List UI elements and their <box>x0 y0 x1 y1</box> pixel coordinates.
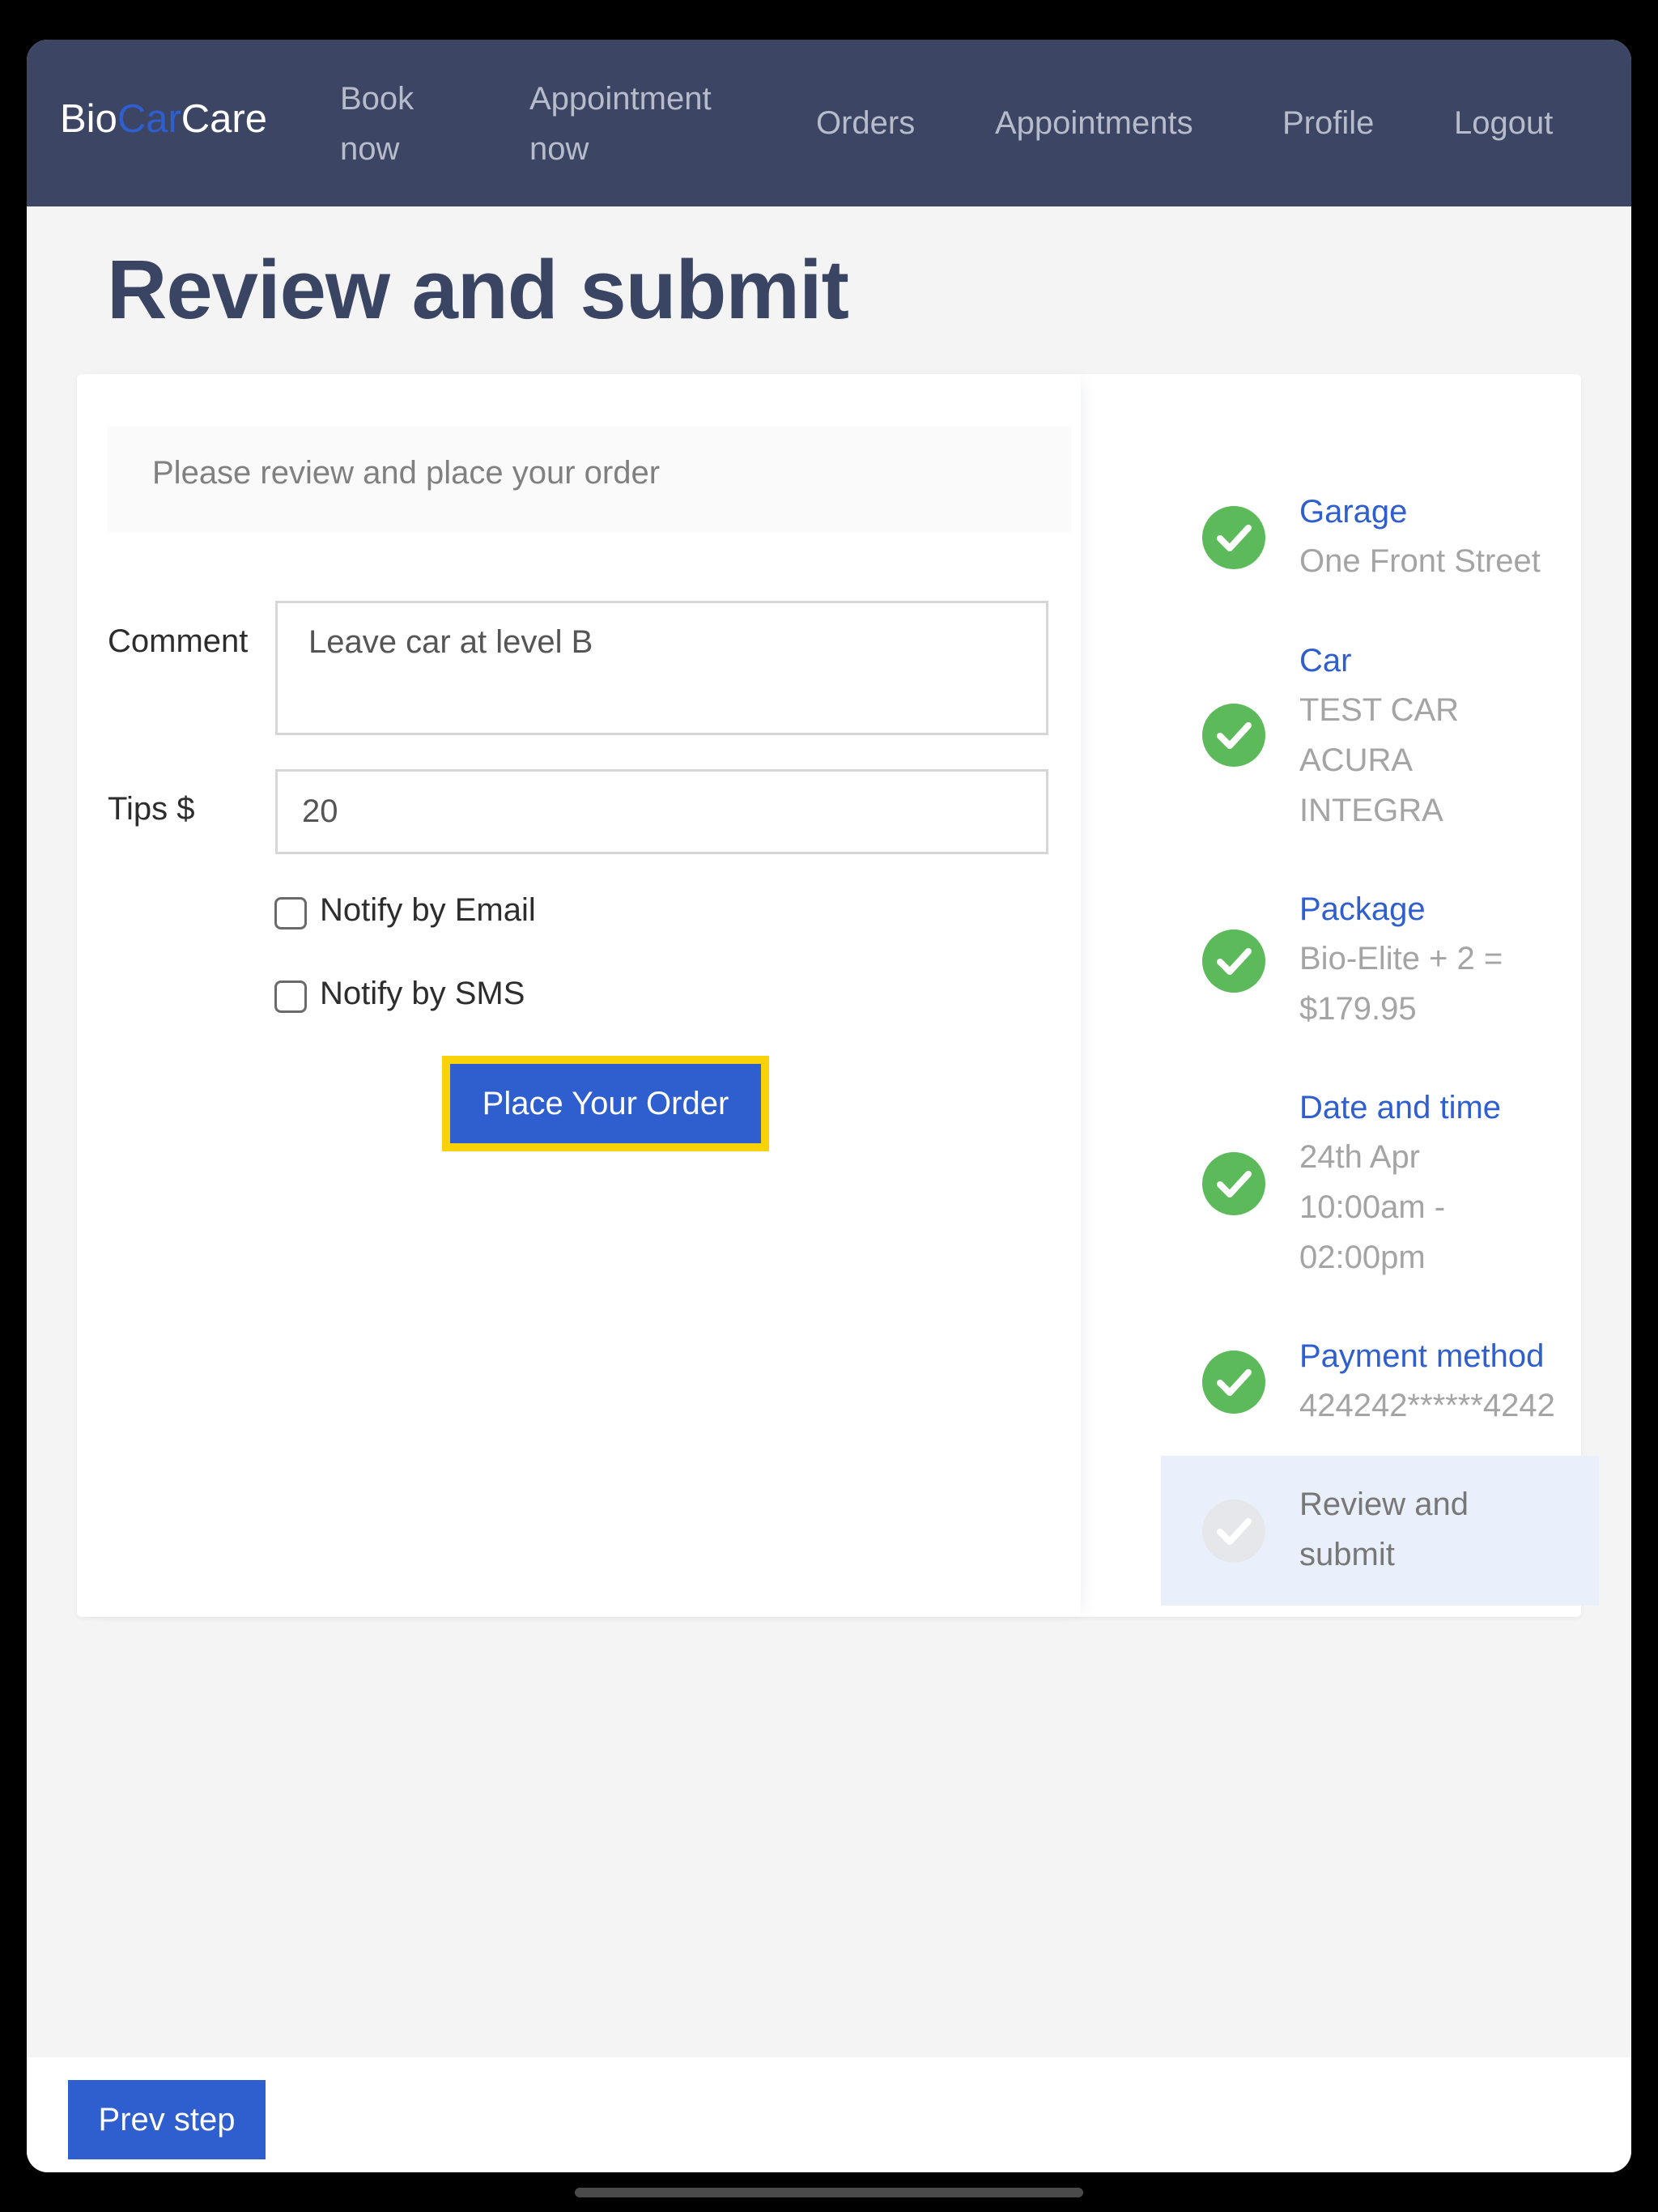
top-navbar: BioCarCare Book now Appointment now Orde… <box>27 40 1631 206</box>
tips-label: Tips $ <box>108 791 195 827</box>
step-garage-check-icon <box>1202 506 1265 569</box>
comment-label: Comment <box>108 623 249 659</box>
nav-book-now-line2: now <box>340 131 400 167</box>
step-datetime-line2: 10:00am - <box>1299 1189 1446 1225</box>
nav-profile[interactable]: Profile <box>1282 98 1374 148</box>
tips-input[interactable]: 20 <box>275 769 1048 854</box>
bottom-footer <box>27 2057 1631 2172</box>
step-review-line1: Review and <box>1299 1487 1469 1522</box>
comment-textarea[interactable]: Leave car at level B <box>275 601 1048 735</box>
notify-sms-checkbox[interactable] <box>274 981 307 1013</box>
notify-email-label: Notify by Email <box>320 892 536 928</box>
app-screen: BioCarCare Book now Appointment now Orde… <box>27 40 1631 2172</box>
step-garage-value: One Front Street <box>1299 543 1541 579</box>
step-datetime-title[interactable]: Date and time <box>1299 1090 1501 1126</box>
step-package-line2: $179.95 <box>1299 991 1417 1027</box>
nav-appointment-now[interactable]: Appointment now <box>529 74 712 174</box>
order-form-pane: Please review and place your order Comme… <box>77 374 1081 1617</box>
step-car-value: TEST CAR ACURA INTEGRA <box>1299 685 1459 836</box>
step-package-title[interactable]: Package <box>1299 891 1426 928</box>
step-datetime-line3: 02:00pm <box>1299 1240 1426 1275</box>
step-package-line1: Bio-Elite + 2 = <box>1299 941 1503 976</box>
brand-part-car: Car <box>117 97 181 141</box>
step-payment-value: 424242******4242 <box>1299 1388 1555 1423</box>
notify-sms-label: Notify by SMS <box>320 976 525 1011</box>
step-payment-title[interactable]: Payment method <box>1299 1338 1544 1375</box>
brand-part-bio: Bio <box>60 97 117 141</box>
step-review-check-icon <box>1202 1499 1265 1563</box>
place-order-button[interactable]: Place Your Order <box>442 1056 769 1151</box>
step-datetime-line1: 24th Apr <box>1299 1139 1421 1175</box>
step-datetime-value: 24th Apr 10:00am - 02:00pm <box>1299 1132 1445 1283</box>
nav-orders[interactable]: Orders <box>816 98 915 148</box>
step-car-line2: ACURA <box>1299 742 1414 778</box>
step-review-label: Review and submit <box>1299 1479 1469 1580</box>
step-car-title[interactable]: Car <box>1299 643 1351 679</box>
review-card: Please review and place your order Comme… <box>77 374 1599 1617</box>
nav-appointment-now-line1: Appointment <box>529 81 712 117</box>
page-title: Review and submit <box>107 243 849 336</box>
step-car-line1: TEST CAR <box>1299 692 1460 728</box>
home-indicator[interactable] <box>575 2188 1083 2197</box>
notify-email-checkbox[interactable] <box>274 897 307 929</box>
nav-appointments[interactable]: Appointments <box>995 98 1193 148</box>
step-car-check-icon <box>1202 704 1265 767</box>
nav-book-now[interactable]: Book now <box>340 74 414 174</box>
nav-book-now-line1: Book <box>340 81 414 117</box>
nav-logout[interactable]: Logout <box>1454 98 1553 148</box>
step-review-line2: submit <box>1299 1537 1395 1572</box>
step-garage-title[interactable]: Garage <box>1299 494 1407 530</box>
info-text: Please review and place your order <box>152 455 661 491</box>
step-package-value: Bio-Elite + 2 = $179.95 <box>1299 934 1503 1034</box>
nav-appointment-now-line2: now <box>529 131 589 167</box>
prev-step-button[interactable]: Prev step <box>68 2080 266 2159</box>
step-package-check-icon <box>1202 929 1265 993</box>
step-car-line3: INTEGRA <box>1299 793 1443 828</box>
step-payment-check-icon <box>1202 1351 1265 1414</box>
step-datetime-check-icon <box>1202 1152 1265 1215</box>
brand-part-care: Care <box>181 97 268 141</box>
brand-logo[interactable]: BioCarCare <box>60 96 267 142</box>
